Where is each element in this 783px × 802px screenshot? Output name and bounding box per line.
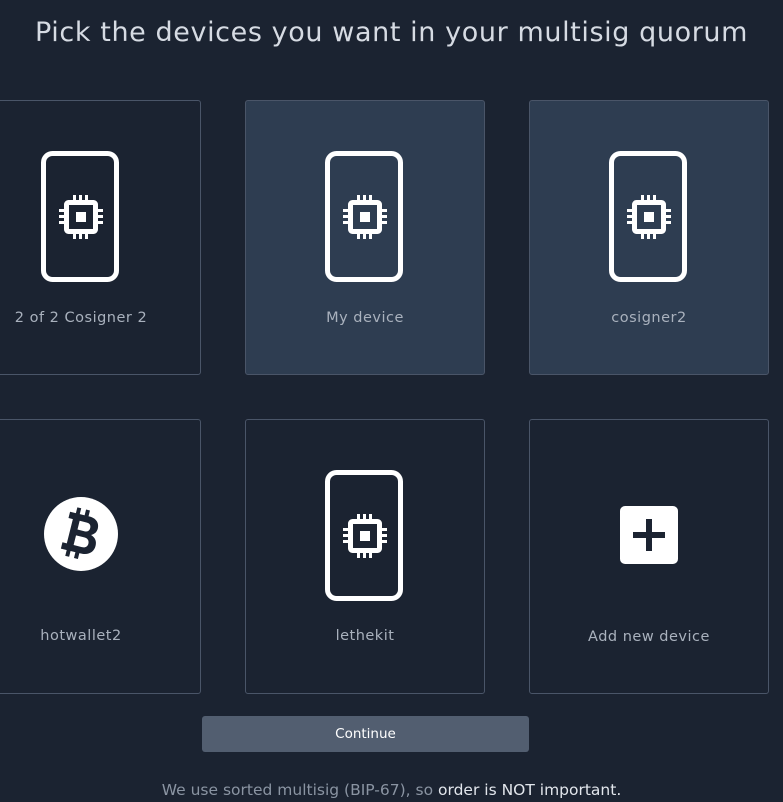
footnote-text: We use sorted multisig (BIP-67), so <box>161 781 438 799</box>
chip-device-icon <box>41 151 119 282</box>
bitcoin-icon <box>44 497 118 571</box>
device-card-hotwallet2[interactable]: hotwallet2 <box>0 419 201 694</box>
chip-device-icon <box>325 151 403 282</box>
add-new-device-card[interactable]: Add new device <box>529 419 769 694</box>
continue-button[interactable]: Continue <box>202 716 529 752</box>
chip-device-icon <box>609 151 687 282</box>
device-label: Add new device <box>588 629 710 645</box>
device-label: lethekit <box>335 628 395 644</box>
page-title: Pick the devices you want in your multis… <box>35 17 749 48</box>
device-label: 2 of 2 Cosigner 2 <box>14 310 148 326</box>
device-label: My device <box>326 310 404 326</box>
device-label: cosigner2 <box>611 310 687 326</box>
footnote-emphasis: order is NOT important. <box>438 781 622 799</box>
device-card-2-of-2-cosigner-2[interactable]: 2 of 2 Cosigner 2 <box>0 100 201 375</box>
device-label: hotwallet2 <box>40 628 122 644</box>
plus-icon <box>620 506 678 564</box>
device-card-cosigner2[interactable]: cosigner2 <box>529 100 769 375</box>
device-card-lethekit[interactable]: lethekit <box>245 419 485 694</box>
device-card-my-device[interactable]: My device <box>245 100 485 375</box>
chip-device-icon <box>325 470 403 601</box>
footnote: We use sorted multisig (BIP-67), so orde… <box>0 781 783 799</box>
